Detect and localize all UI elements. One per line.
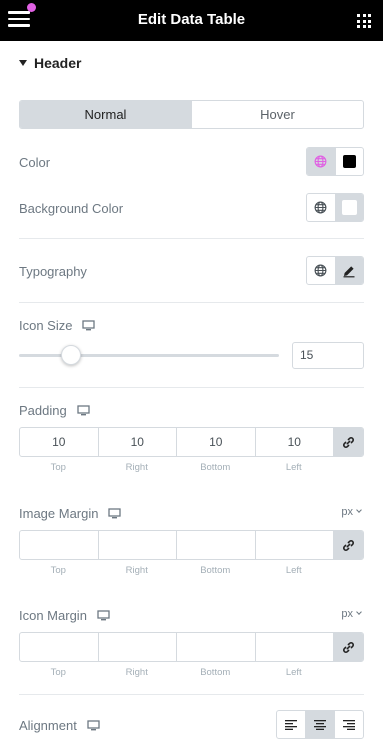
color-swatch xyxy=(342,155,356,168)
align-center-button[interactable] xyxy=(305,711,334,738)
link-values-button[interactable] xyxy=(334,633,363,661)
grid-icon[interactable] xyxy=(357,14,371,28)
background-color-label: Background Color xyxy=(19,201,124,216)
section-header[interactable]: Header xyxy=(19,55,81,71)
state-tabs: Normal Hover xyxy=(19,100,364,129)
link-icon xyxy=(343,641,354,653)
link-values-button[interactable] xyxy=(334,428,363,456)
background-color-picker-button[interactable] xyxy=(334,194,363,221)
image-margin-right-input[interactable] xyxy=(99,531,177,559)
icon-size-slider-track[interactable] xyxy=(19,354,279,357)
monitor-icon[interactable] xyxy=(82,320,96,331)
padding-inputs: 10 10 10 10 xyxy=(19,427,364,457)
background-color-control xyxy=(306,193,364,222)
color-swatch xyxy=(341,200,357,215)
monitor-icon[interactable] xyxy=(77,405,90,416)
icon-size-input[interactable]: 15 xyxy=(292,342,364,369)
typography-label: Typography xyxy=(19,264,87,279)
padding-right-input[interactable]: 10 xyxy=(99,428,177,456)
icon-size-label-text: Icon Size xyxy=(19,318,73,333)
side-label-bottom: Bottom xyxy=(200,667,231,678)
panel-title: Edit Data Table xyxy=(137,11,246,28)
tab-hover[interactable]: Hover xyxy=(192,101,363,128)
align-right-icon xyxy=(343,719,355,730)
icon-margin-left-input[interactable] xyxy=(256,633,334,661)
monitor-icon[interactable] xyxy=(87,720,100,731)
image-margin-inputs xyxy=(19,530,364,560)
divider xyxy=(19,238,364,239)
side-label-left: Left xyxy=(285,565,302,576)
link-values-button[interactable] xyxy=(334,531,363,559)
image-margin-bottom-input[interactable] xyxy=(177,531,256,559)
typography-control xyxy=(306,256,364,285)
side-label-left: Left xyxy=(285,667,302,678)
chevron-down-icon xyxy=(356,507,362,513)
tab-normal[interactable]: Normal xyxy=(20,101,192,128)
globe-icon xyxy=(314,264,327,277)
padding-left-input[interactable]: 10 xyxy=(256,428,334,456)
padding-label-text: Padding xyxy=(19,403,67,418)
side-label-left: Left xyxy=(285,462,302,473)
align-left-icon xyxy=(285,719,297,730)
image-margin-label-text: Image Margin xyxy=(19,506,99,521)
icon-margin-top-input[interactable] xyxy=(20,633,99,661)
align-center-icon xyxy=(314,719,326,730)
side-label-top: Top xyxy=(50,565,66,576)
alignment-label: Alignment xyxy=(19,718,100,733)
side-label-right: Right xyxy=(125,667,148,678)
global-colors-button[interactable] xyxy=(307,194,335,221)
padding-label: Padding xyxy=(19,403,90,418)
globe-icon xyxy=(314,201,327,214)
color-label: Color xyxy=(19,155,51,170)
image-margin-label: Image Margin xyxy=(19,506,122,521)
icon-margin-label-text: Icon Margin xyxy=(19,608,87,623)
align-right-button[interactable] xyxy=(334,711,363,738)
icon-margin-inputs xyxy=(19,632,364,662)
link-icon xyxy=(343,539,354,551)
divider xyxy=(19,302,364,303)
icon-size-slider-handle[interactable] xyxy=(61,345,81,365)
padding-bottom-input[interactable]: 10 xyxy=(177,428,256,456)
link-icon xyxy=(343,436,354,448)
side-label-right: Right xyxy=(125,565,148,576)
unit-value: px xyxy=(341,608,353,620)
pencil-icon xyxy=(343,265,355,277)
section-header-label: Header xyxy=(34,55,82,71)
side-label-top: Top xyxy=(50,667,66,678)
image-margin-left-input[interactable] xyxy=(256,531,334,559)
chevron-down-icon xyxy=(356,609,362,615)
icon-margin-side-labels: Top Right Bottom Left xyxy=(19,667,333,678)
global-colors-button[interactable] xyxy=(307,148,335,175)
top-bar: Edit Data Table xyxy=(0,0,383,41)
monitor-icon[interactable] xyxy=(97,610,110,621)
padding-top-input[interactable]: 10 xyxy=(20,428,99,456)
color-picker-button[interactable] xyxy=(334,148,364,175)
divider xyxy=(19,387,364,388)
icon-margin-right-input[interactable] xyxy=(99,633,177,661)
divider xyxy=(19,694,364,695)
alignment-control xyxy=(276,710,364,739)
icon-size-label: Icon Size xyxy=(19,318,96,333)
globe-icon xyxy=(314,155,327,168)
padding-side-labels: Top Right Bottom Left xyxy=(19,462,333,473)
side-label-right: Right xyxy=(125,462,148,473)
edit-typography-button[interactable] xyxy=(334,257,363,284)
monitor-icon[interactable] xyxy=(108,508,122,519)
icon-margin-unit-select[interactable]: px xyxy=(341,608,362,620)
alignment-label-text: Alignment xyxy=(19,718,77,733)
unit-value: px xyxy=(341,506,353,518)
image-margin-side-labels: Top Right Bottom Left xyxy=(19,565,333,576)
caret-down-icon xyxy=(19,60,27,66)
icon-margin-bottom-input[interactable] xyxy=(177,633,256,661)
side-label-top: Top xyxy=(50,462,66,473)
image-margin-top-input[interactable] xyxy=(20,531,99,559)
color-control xyxy=(306,147,364,176)
side-label-bottom: Bottom xyxy=(200,462,231,473)
image-margin-unit-select[interactable]: px xyxy=(341,506,362,518)
side-label-bottom: Bottom xyxy=(200,565,231,576)
icon-margin-label: Icon Margin xyxy=(19,608,110,623)
global-typography-button[interactable] xyxy=(307,257,335,284)
align-left-button[interactable] xyxy=(277,711,305,738)
